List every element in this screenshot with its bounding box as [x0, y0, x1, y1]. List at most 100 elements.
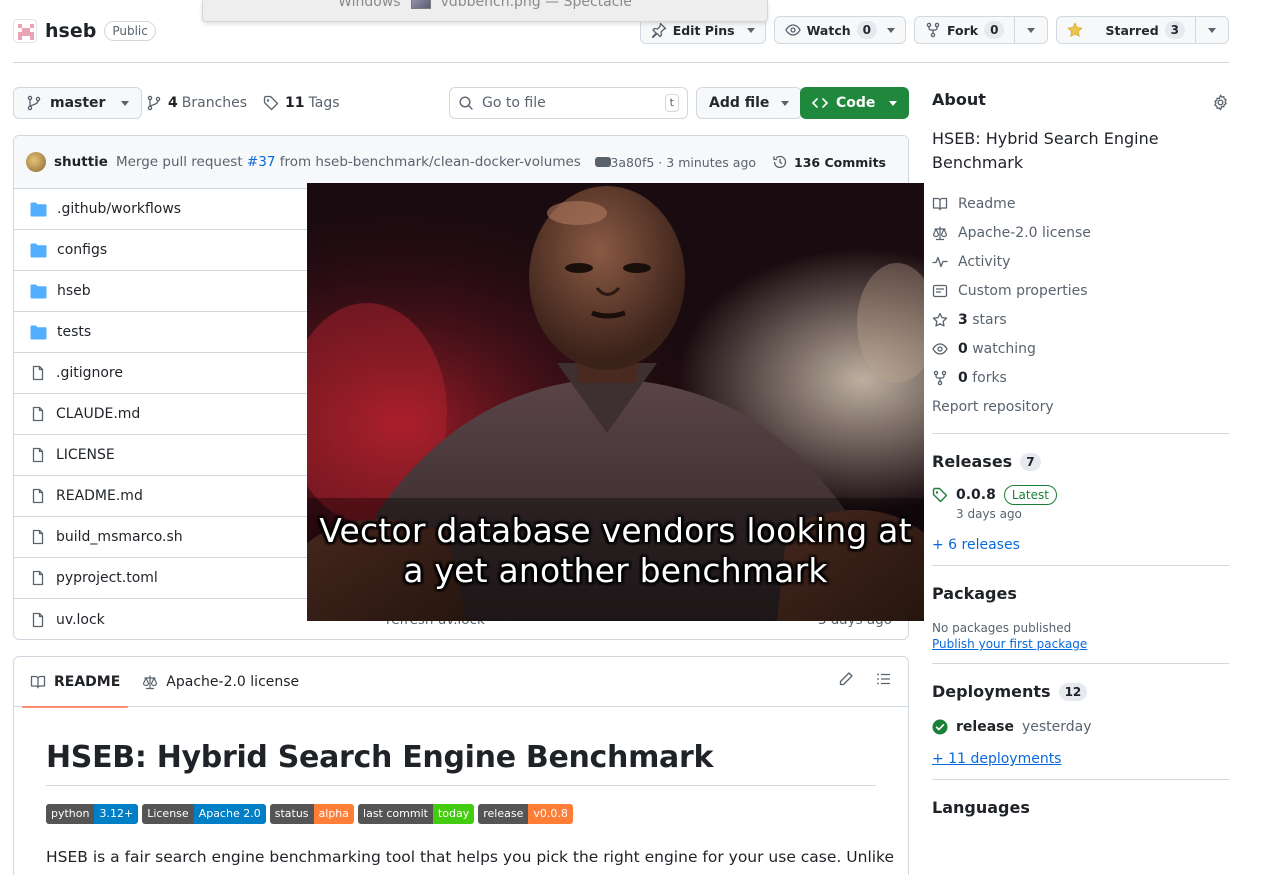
more-releases-link[interactable]: + 6 releases [932, 537, 1229, 553]
fork-dropdown-button[interactable] [1015, 16, 1049, 44]
watch-count: 0 [856, 21, 877, 39]
branch-selector[interactable]: master [13, 87, 143, 119]
star-icon [932, 312, 948, 327]
pr-link[interactable]: #37 [247, 154, 276, 170]
header-divider [13, 62, 1229, 63]
file-icon [32, 612, 44, 627]
releases-count: 7 [1020, 452, 1041, 471]
commit-hash[interactable]: 83a80f5 [602, 155, 654, 170]
tag-icon [932, 487, 948, 503]
watching-link[interactable]: 0 watching [932, 334, 1229, 363]
readme-badge[interactable]: python 3.12+ [46, 804, 139, 824]
readme-panel: README Apache-2.0 license HSEB: Hybrid S… [13, 656, 909, 875]
folder-icon [30, 284, 47, 298]
file-name-link[interactable]: pyproject.toml [56, 570, 158, 586]
law-scale-icon [932, 226, 948, 240]
window-prefix: Windows [338, 0, 401, 10]
star-count: 3 [1164, 21, 1185, 39]
file-name-link[interactable]: tests [57, 324, 91, 340]
deployments-heading[interactable]: Deployments 12 [932, 682, 1229, 701]
eye-icon [784, 24, 801, 36]
watch-button[interactable]: Watch 0 [773, 16, 906, 44]
chevron-down-icon [1208, 27, 1216, 33]
report-repository-link[interactable]: Report repository [932, 392, 1229, 421]
starred-button[interactable]: Starred 3 [1056, 16, 1196, 44]
about-links: Readme Apache-2.0 license Activity Custo… [932, 189, 1229, 421]
latest-release[interactable]: 0.0.8 Latest 3 days ago [932, 485, 1229, 521]
branch-toolbar: master 4 Branches 11 Tags Go to file t A… [13, 87, 909, 119]
deployment-time: yesterday [1021, 719, 1092, 735]
file-name-link[interactable]: uv.lock [56, 612, 105, 628]
window-title: vdbbench.png — Spectacle [440, 0, 632, 10]
publish-package-link[interactable]: Publish your first package [932, 637, 1229, 651]
commit-author-avatar[interactable] [26, 152, 46, 172]
file-name-link[interactable]: hseb [57, 283, 91, 299]
readme-badge[interactable]: License Apache 2.0 [142, 804, 266, 824]
commit-meta-separator: · [658, 154, 663, 170]
file-icon [32, 570, 44, 586]
no-packages-text: No packages published [932, 621, 1072, 635]
add-file-button[interactable]: Add file [696, 87, 803, 119]
image-thumbnail-icon [410, 0, 431, 9]
file-name-link[interactable]: .github/workflows [57, 201, 181, 217]
file-icon [32, 365, 44, 381]
deployment-item[interactable]: release yesterday [932, 719, 1229, 735]
git-branch-icon [147, 95, 161, 111]
file-name-link[interactable]: configs [57, 242, 107, 258]
repo-owner-avatar[interactable] [13, 19, 37, 43]
file-icon [32, 447, 44, 463]
stars-link[interactable]: 3 stars [932, 305, 1229, 334]
branches-link[interactable]: 4 Branches [168, 95, 247, 111]
file-name-link[interactable]: CLAUDE.md [56, 406, 140, 422]
star-dropdown-button[interactable] [1196, 16, 1229, 44]
file-name-link[interactable]: README.md [56, 488, 143, 504]
readme-link[interactable]: Readme [932, 189, 1229, 218]
custom-properties-link[interactable]: Custom properties [932, 276, 1229, 305]
about-heading: About [932, 90, 986, 109]
readme-badge[interactable]: status alpha [269, 804, 355, 824]
file-icon [32, 406, 44, 422]
activity-link[interactable]: Activity [932, 247, 1229, 276]
watching-label: watching [972, 340, 1036, 357]
commits-history-link[interactable]: 136 Commits [772, 154, 886, 170]
readme-badge[interactable]: release v0.0.8 [478, 804, 573, 824]
repo-name-link[interactable]: hseb [45, 20, 96, 42]
readme-badge[interactable]: last commit today [358, 804, 475, 824]
commit-author[interactable]: shuttie [54, 154, 108, 170]
tags-link[interactable]: 11 Tags [285, 95, 339, 111]
file-name-link[interactable]: LICENSE [56, 447, 115, 463]
visibility-badge: Public [104, 21, 156, 41]
file-name-link[interactable]: build_msmarco.sh [56, 529, 183, 545]
releases-heading[interactable]: Releases 7 [932, 452, 1229, 471]
packages-heading[interactable]: Packages [932, 584, 1229, 603]
license-link[interactable]: Apache-2.0 license [932, 218, 1229, 247]
pencil-icon[interactable] [838, 671, 854, 687]
window-title-overlay: Windows vdbbench.png — Spectacle [202, 0, 768, 22]
go-to-file-placeholder: Go to file [482, 95, 546, 111]
file-icon [32, 488, 44, 504]
eye-icon [932, 342, 948, 355]
meme-caption-line2: a yet another benchmark [403, 551, 828, 590]
tab-license[interactable]: Apache-2.0 license [134, 657, 307, 707]
forks-link[interactable]: 0 forks [932, 363, 1229, 392]
gear-icon[interactable] [1212, 94, 1229, 111]
branch-name: master [50, 95, 106, 111]
shortcut-key: t [664, 94, 679, 112]
add-file-label: Add file [709, 95, 770, 111]
file-name-link[interactable]: .gitignore [56, 365, 123, 381]
chevron-down-icon [887, 27, 895, 33]
code-button[interactable]: Code [800, 87, 909, 119]
more-deployments-link[interactable]: + 11 deployments [932, 751, 1229, 767]
go-to-file-input[interactable]: Go to file t [449, 87, 688, 119]
commits-count-label: 136 Commits [794, 154, 886, 170]
git-branch-icon [27, 95, 41, 111]
file-icon [32, 529, 44, 545]
table-of-contents-icon[interactable] [876, 671, 892, 687]
star-button-group: Starred 3 [1056, 16, 1229, 44]
fork-button[interactable]: Fork 0 [914, 16, 1016, 44]
commit-message[interactable]: Merge pull request #37 from hseb-benchma… [116, 154, 581, 170]
tags-label: Tags [308, 95, 340, 111]
branches-count: 4 [168, 95, 178, 111]
commit-time: 3 minutes ago [666, 154, 757, 170]
tab-readme[interactable]: README [22, 657, 129, 708]
